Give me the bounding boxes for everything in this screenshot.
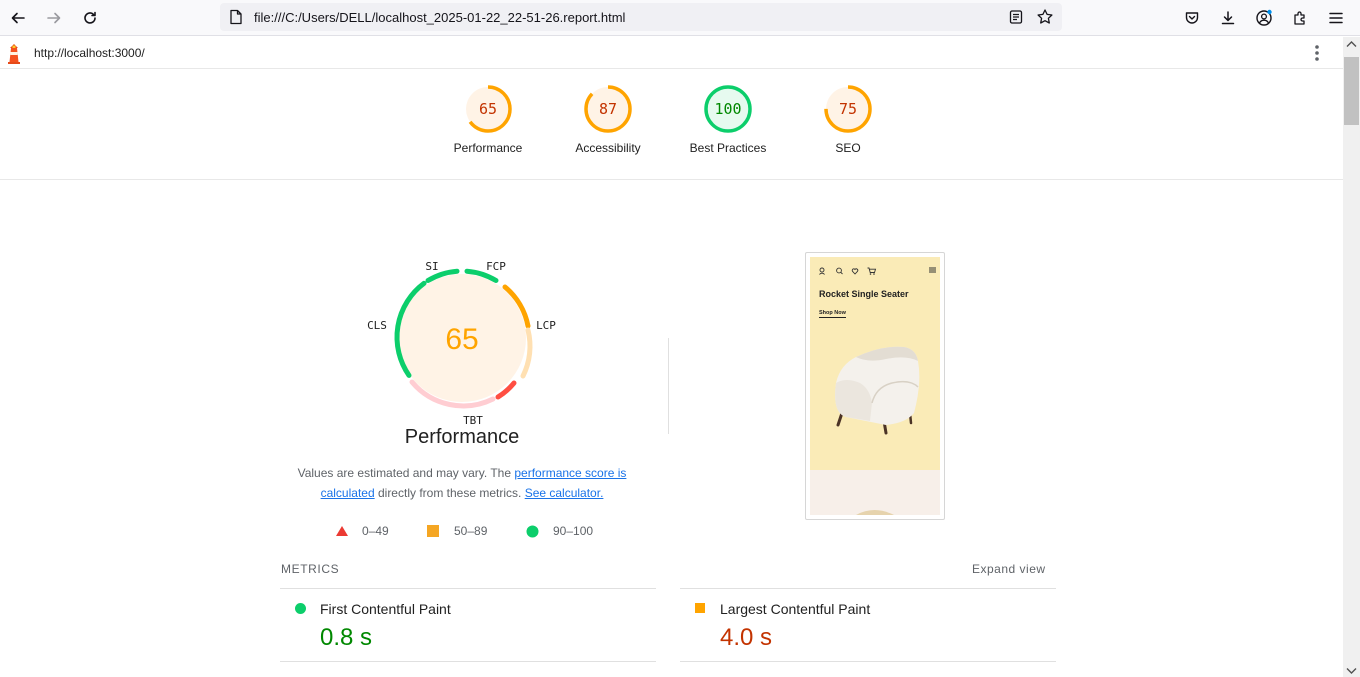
url-bar[interactable]: file:///C:/Users/DELL/localhost_2025-01-… xyxy=(220,3,1062,31)
scroll-down-icon[interactable] xyxy=(1346,667,1357,675)
gauge-label: Accessibility xyxy=(575,141,641,155)
legend-pass-range: 90–100 xyxy=(553,524,594,538)
metric-value: 4.0 s xyxy=(720,624,773,651)
extensions-icon[interactable] xyxy=(1286,4,1314,32)
gauge-score: 100 xyxy=(714,100,741,118)
scrollbar-thumb[interactable] xyxy=(1344,57,1359,125)
legend-fail: 0–49 xyxy=(335,524,389,538)
scrollbar-track[interactable] xyxy=(1343,37,1360,677)
lighthouse-logo-icon xyxy=(6,42,22,64)
circle-icon xyxy=(526,525,539,537)
gauge-ring: 87 xyxy=(584,85,632,133)
kebab-menu-icon[interactable] xyxy=(1309,43,1325,63)
gauge-score: 87 xyxy=(599,100,617,118)
reader-view-icon[interactable] xyxy=(1008,9,1024,25)
si-label: SI xyxy=(425,260,438,273)
fcp-label: FCP xyxy=(486,260,506,273)
pass-circle-icon xyxy=(295,603,306,614)
app-menu-icon[interactable] xyxy=(1322,4,1350,32)
expand-view-toggle[interactable]: Expand view xyxy=(972,562,1046,576)
description-text-2: directly from these metrics. xyxy=(374,486,525,500)
gauge-label: Performance xyxy=(453,141,523,155)
gauge-accessibility[interactable]: 87 Accessibility xyxy=(548,83,668,155)
description-text: Values are estimated and may vary. The xyxy=(297,466,515,480)
page-icon xyxy=(229,9,243,25)
square-icon xyxy=(427,525,439,537)
triangle-icon xyxy=(336,526,348,536)
gauge-ring: 75 xyxy=(824,85,872,133)
gauge-ring: 100 xyxy=(704,85,752,133)
performance-metric-gauge: 65 SI FCP LCP TBT CLS xyxy=(362,256,562,428)
legend-pass: 90–100 xyxy=(526,524,593,538)
bookmark-star-icon[interactable] xyxy=(1036,8,1054,26)
metric-title: First Contentful Paint xyxy=(320,601,451,617)
gauge-score: 75 xyxy=(839,100,857,118)
armchair-image xyxy=(835,346,920,435)
metric-first-contentful-paint[interactable]: First Contentful Paint 0.8 s xyxy=(280,588,656,662)
screenshot-cta: Shop Now xyxy=(819,310,846,318)
scroll-up-icon[interactable] xyxy=(1346,40,1357,48)
legend-average: 50–89 xyxy=(427,524,487,538)
average-square-icon xyxy=(695,603,705,613)
cls-label: CLS xyxy=(367,319,387,332)
lcp-label: LCP xyxy=(536,319,556,332)
download-icon[interactable] xyxy=(1214,4,1242,32)
forward-icon[interactable] xyxy=(40,4,68,32)
reload-icon[interactable] xyxy=(76,4,104,32)
gauge-score: 65 xyxy=(479,100,497,118)
see-calculator-link[interactable]: See calculator. xyxy=(525,486,604,500)
final-screenshot[interactable]: Rocket Single Seater Shop Now xyxy=(805,252,945,520)
screenshot-page: Rocket Single Seater Shop Now xyxy=(810,257,940,515)
metric-largest-contentful-paint[interactable]: Largest Contentful Paint 4.0 s xyxy=(680,588,1056,662)
report-url: http://localhost:3000/ xyxy=(34,46,145,60)
browser-toolbar: file:///C:/Users/DELL/localhost_2025-01-… xyxy=(0,0,1360,36)
screenshot-menu-icon xyxy=(929,267,936,273)
gauge-ring: 65 xyxy=(464,85,512,133)
gauge-label: Best Practices xyxy=(689,141,767,155)
score-description: Values are estimated and may vary. The p… xyxy=(282,463,642,503)
second-product-image xyxy=(856,510,894,515)
account-icon[interactable] xyxy=(1250,4,1278,32)
screenshot-hero: Rocket Single Seater Shop Now xyxy=(810,257,940,470)
metric-value: 0.8 s xyxy=(320,624,373,651)
metrics-header: METRICS xyxy=(281,562,340,576)
back-icon[interactable] xyxy=(4,4,32,32)
url-text: file:///C:/Users/DELL/localhost_2025-01-… xyxy=(254,10,626,25)
category-gauges: 65 Performance 87 Accessibility 100 Best Pr… xyxy=(0,69,1343,180)
screenshot-nav-icons xyxy=(819,267,877,275)
screenshot-headline: Rocket Single Seater xyxy=(819,289,909,299)
pocket-icon[interactable] xyxy=(1178,4,1206,32)
metric-title: Largest Contentful Paint xyxy=(720,601,871,617)
gauge-seo[interactable]: 75 SEO xyxy=(788,83,908,155)
gauge-label: SEO xyxy=(835,141,861,155)
performance-heading: Performance xyxy=(404,426,520,448)
gauge-performance[interactable]: 65 Performance xyxy=(428,83,548,155)
vertical-divider xyxy=(668,338,669,434)
lighthouse-topbar: http://localhost:3000/ xyxy=(0,37,1343,69)
gauge-best-practices[interactable]: 100 Best Practices xyxy=(668,83,788,155)
legend-average-range: 50–89 xyxy=(454,524,488,538)
legend-fail-range: 0–49 xyxy=(362,524,389,538)
performance-score: 65 xyxy=(445,323,478,356)
